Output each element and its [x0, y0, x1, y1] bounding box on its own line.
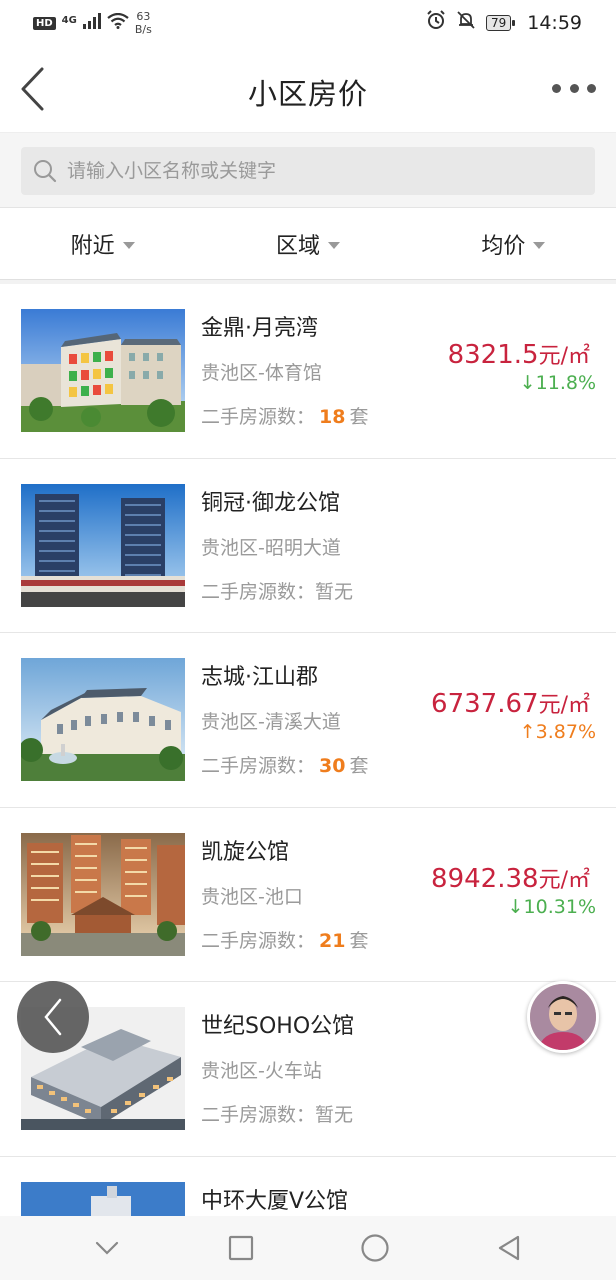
list-item[interactable]: 金鼎·月亮湾 贵池区-体育馆 二手房源数： 18 套 8321.5元/㎡ ↓11.8…	[0, 284, 616, 459]
nav-hide-button[interactable]	[87, 1228, 127, 1268]
more-dot	[587, 83, 596, 93]
secondhand-count: 二手房源数： 21 套	[201, 929, 369, 952]
status-bar: HD 4G 63 B/s 79 14:59	[0, 0, 616, 46]
count-value: 21	[319, 929, 346, 952]
price-change: ↓11.8%	[519, 372, 596, 394]
property-district: 贵池区-火车站	[201, 1060, 322, 1082]
secondhand-count: 二手房源数：暂无	[201, 1104, 354, 1126]
property-name: 志城·江山郡	[201, 665, 318, 690]
list-item[interactable]: 凯旋公馆 贵池区-池口 二手房源数： 21 套 8942.38元/㎡ ↓10.31%	[0, 807, 616, 982]
chevron-down-icon	[95, 1241, 119, 1255]
circle-icon	[361, 1234, 389, 1262]
secondhand-count: 二手房源数： 18 套	[201, 406, 369, 428]
list-item[interactable]: 铜冠·御龙公馆 贵池区-昭明大道 二手房源数：暂无	[0, 458, 616, 633]
status-left: HD 4G 63 B/s	[33, 10, 152, 36]
wifi-icon	[107, 12, 129, 33]
clock: 14:59	[527, 11, 582, 34]
triangle-back-icon	[498, 1235, 520, 1261]
dropdown-triangle-icon	[533, 241, 546, 249]
header: 小区房价	[0, 46, 616, 132]
property-district: 贵池区-清溪大道	[201, 711, 341, 733]
property-name: 凯旋公馆	[201, 839, 290, 865]
square-icon	[228, 1235, 254, 1261]
search-input[interactable]	[67, 160, 547, 182]
property-image	[21, 309, 185, 432]
dropdown-triangle-icon	[122, 241, 135, 249]
floating-back-button[interactable]	[17, 981, 89, 1053]
page-title: 小区房价	[247, 77, 368, 111]
price-change: ↑3.87%	[519, 721, 596, 743]
property-image	[21, 832, 185, 956]
mute-bell-icon	[456, 10, 476, 35]
list-item[interactable]: 志城·江山郡 贵池区-清溪大道 二手房源数： 30 套 6737.67元/㎡ ↑3.…	[0, 633, 616, 808]
network-type: 4G	[61, 14, 77, 26]
secondhand-count: 二手房源数： 30 套	[201, 755, 369, 777]
more-dot	[552, 83, 561, 93]
status-right: 79 14:59	[426, 10, 582, 35]
hd-badge: HD	[33, 16, 56, 30]
property-image	[21, 658, 185, 781]
nav-recents-button[interactable]	[221, 1228, 261, 1268]
price-change: ↓10.31%	[507, 895, 596, 918]
nav-back-button[interactable]	[489, 1228, 529, 1268]
system-nav-bar	[0, 1216, 616, 1280]
property-district: 贵池区-体育馆	[201, 362, 322, 384]
avatar[interactable]	[527, 981, 599, 1053]
property-image	[21, 483, 185, 607]
filter-bar: 附近 区域 均价	[0, 208, 616, 280]
secondhand-count: 二手房源数：暂无	[201, 580, 354, 603]
avg-price: 8942.38元/㎡	[431, 863, 590, 894]
filter-nearby[interactable]: 附近	[0, 208, 205, 279]
more-dot	[569, 83, 579, 93]
search-icon	[34, 160, 57, 183]
property-name: 世纪SOHO公馆	[201, 1014, 355, 1039]
dropdown-triangle-icon	[328, 241, 340, 249]
chevron-left-icon	[44, 998, 62, 1036]
count-value: 30	[319, 755, 346, 777]
avg-price: 6737.67元/㎡	[431, 689, 590, 719]
net-speed: 63 B/s	[134, 10, 152, 36]
property-district: 贵池区-池口	[201, 885, 303, 908]
list-item[interactable]: 世纪SOHO公馆 贵池区-火车站 二手房源数：暂无	[0, 982, 616, 1157]
signal-icon	[82, 13, 101, 33]
property-name: 中环大厦V公馆	[201, 1188, 349, 1214]
filter-label: 区域	[275, 233, 320, 259]
property-district: 贵池区-昭明大道	[201, 536, 341, 559]
filter-avg-price[interactable]: 均价	[411, 208, 616, 279]
listing-list: 金鼎·月亮湾 贵池区-体育馆 二手房源数： 18 套 8321.5元/㎡ ↓11.8…	[0, 284, 616, 1280]
avg-price: 8321.5元/㎡	[447, 340, 590, 370]
count-value: 18	[319, 406, 346, 428]
battery-icon: 79	[485, 14, 516, 31]
filter-region[interactable]: 区域	[205, 208, 410, 279]
property-name: 铜冠·御龙公馆	[201, 490, 340, 516]
nav-home-button[interactable]	[355, 1228, 395, 1268]
more-button[interactable]	[552, 76, 596, 100]
search-box[interactable]	[21, 147, 595, 195]
property-name: 金鼎·月亮湾	[201, 316, 318, 341]
filter-label: 附近	[70, 233, 115, 259]
alarm-icon	[426, 10, 446, 35]
search-bar	[0, 132, 616, 208]
filter-label: 均价	[481, 233, 526, 259]
